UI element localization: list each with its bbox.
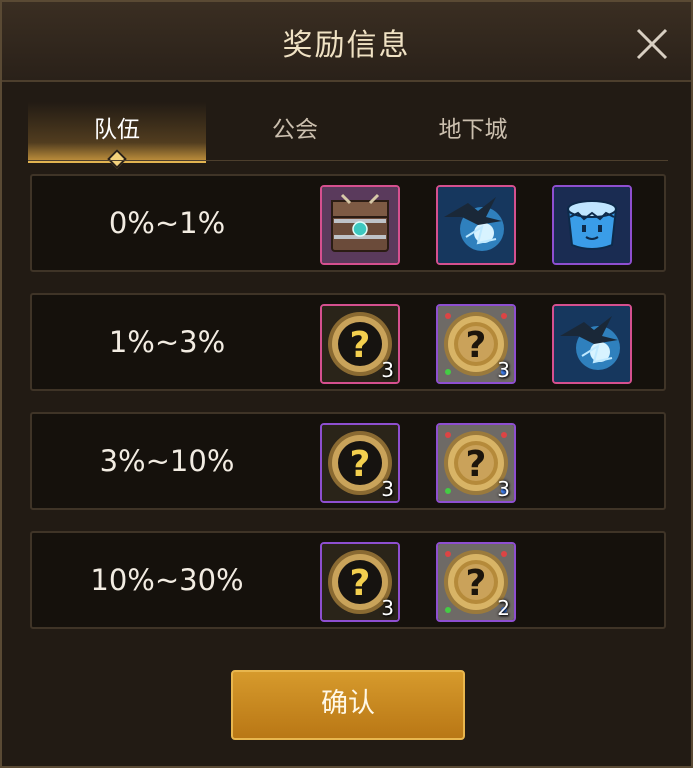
reward-item[interactable]: ? 3 xyxy=(436,304,516,384)
confirm-button[interactable]: 确认 xyxy=(231,670,465,740)
svg-text:?: ? xyxy=(350,563,371,604)
item-count: 3 xyxy=(381,358,394,382)
rank-range-label: 1%~3% xyxy=(108,325,226,359)
reward-item[interactable]: ? 3 xyxy=(436,423,516,503)
item-count: 3 xyxy=(497,477,510,501)
svg-text:?: ? xyxy=(466,325,487,366)
tab-guild[interactable]: 公会 xyxy=(206,102,384,160)
svg-text:?: ? xyxy=(350,444,371,485)
reward-item[interactable] xyxy=(320,185,400,265)
reward-info-dialog: 奖励信息 队伍 公会 地下城 0%~1% 1%~3% ? 3 ? 3 3%~10… xyxy=(0,0,693,768)
tab-bar: 队伍 公会 地下城 xyxy=(28,102,668,169)
rank-range-label: 0%~1% xyxy=(108,206,226,240)
reward-item[interactable]: ? 3 xyxy=(320,423,400,503)
reward-row: 1%~3% ? 3 ? 3 xyxy=(30,293,666,391)
item-count: 3 xyxy=(381,596,394,620)
reward-item[interactable]: ? 3 xyxy=(320,542,400,622)
close-icon[interactable] xyxy=(628,20,676,68)
tab-dungeon[interactable]: 地下城 xyxy=(384,102,562,160)
reward-item[interactable]: ? 3 xyxy=(320,304,400,384)
item-count: 3 xyxy=(497,358,510,382)
reward-row: 10%~30% ? 3 ? 2 xyxy=(30,531,666,629)
svg-text:?: ? xyxy=(466,563,487,604)
dialog-title: 奖励信息 xyxy=(282,28,411,63)
reward-item[interactable]: ? 2 xyxy=(436,542,516,622)
item-count: 3 xyxy=(381,477,394,501)
reward-item[interactable] xyxy=(552,185,632,265)
item-count: 2 xyxy=(497,596,510,620)
reward-row: 0%~1% xyxy=(30,174,666,272)
rank-range-label: 10%~30% xyxy=(90,563,244,597)
svg-text:?: ? xyxy=(350,325,371,366)
tab-divider xyxy=(28,160,668,161)
title-bar: 奖励信息 xyxy=(2,2,691,82)
reward-item[interactable] xyxy=(552,304,632,384)
rank-range-label: 3%~10% xyxy=(99,444,235,478)
reward-item[interactable] xyxy=(436,185,516,265)
reward-row: 3%~10% ? 3 ? 3 xyxy=(30,412,666,510)
svg-text:?: ? xyxy=(466,444,487,485)
